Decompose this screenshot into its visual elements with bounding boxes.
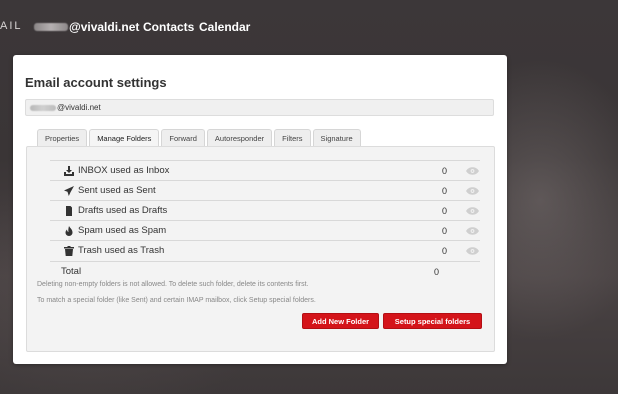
folder-count: 0 bbox=[442, 245, 448, 256]
folder-row[interactable]: Spam used as Spam 0 bbox=[50, 220, 480, 240]
total-row: Total 0 bbox=[50, 261, 480, 281]
folder-label: Drafts used as Drafts bbox=[78, 205, 168, 216]
add-new-folder-button[interactable]: Add New Folder bbox=[302, 313, 379, 329]
total-label: Total bbox=[61, 266, 82, 277]
eye-icon[interactable] bbox=[464, 166, 480, 176]
folder-label: Spam used as Spam bbox=[78, 225, 167, 236]
tab-autoresponder[interactable]: Autoresponder bbox=[206, 129, 273, 146]
send-icon bbox=[63, 185, 74, 196]
page-title: Email account settings bbox=[25, 75, 167, 90]
settings-tabs: Properties Manage Folders Forward Autore… bbox=[37, 129, 363, 146]
account-selector[interactable]: @vivaldi.net bbox=[25, 99, 494, 116]
special-folders-help-text: To match a special folder (like Sent) an… bbox=[37, 297, 316, 304]
eye-icon[interactable] bbox=[464, 206, 480, 216]
email-settings-panel: Email account settings @vivaldi.net Prop… bbox=[13, 55, 507, 364]
tab-forward[interactable]: Forward bbox=[161, 129, 205, 146]
redacted-username bbox=[30, 104, 56, 111]
folder-row[interactable]: Trash used as Trash 0 bbox=[50, 240, 480, 260]
folder-count: 0 bbox=[442, 225, 448, 236]
folder-label: Trash used as Trash bbox=[78, 245, 165, 256]
total-count: 0 bbox=[434, 266, 440, 277]
folder-count: 0 bbox=[442, 205, 448, 216]
setup-special-folders-button[interactable]: Setup special folders bbox=[383, 313, 482, 329]
folder-count: 0 bbox=[442, 165, 448, 176]
delete-help-text: Deleting non-empty folders is not allowe… bbox=[37, 281, 309, 288]
eye-icon[interactable] bbox=[464, 246, 480, 256]
folder-row[interactable]: INBOX used as Inbox 0 bbox=[50, 160, 480, 180]
document-icon bbox=[63, 205, 74, 216]
inbox-icon bbox=[63, 165, 74, 176]
redacted-username bbox=[34, 23, 68, 31]
tab-manage-folders[interactable]: Manage Folders bbox=[89, 129, 160, 146]
account-menu[interactable]: @vivaldi.net bbox=[34, 20, 139, 34]
top-navigation: AIL @vivaldi.net Contacts Calendar bbox=[0, 0, 618, 56]
account-address: @vivaldi.net bbox=[57, 103, 101, 112]
nav-contacts[interactable]: Contacts bbox=[143, 20, 194, 34]
eye-icon[interactable] bbox=[464, 186, 480, 196]
eye-icon[interactable] bbox=[464, 226, 480, 236]
folder-label: Sent used as Sent bbox=[78, 185, 156, 196]
app-title-fragment: AIL bbox=[0, 20, 23, 32]
trash-icon bbox=[63, 245, 74, 256]
tab-properties[interactable]: Properties bbox=[37, 129, 88, 146]
folder-count: 0 bbox=[442, 185, 448, 196]
folder-label: INBOX used as Inbox bbox=[78, 165, 170, 176]
fire-icon bbox=[63, 225, 74, 236]
folder-row[interactable]: Drafts used as Drafts 0 bbox=[50, 200, 480, 220]
folder-row[interactable]: Sent used as Sent 0 bbox=[50, 180, 480, 200]
account-address: @vivaldi.net bbox=[69, 20, 140, 34]
tab-signature[interactable]: Signature bbox=[312, 129, 361, 146]
nav-calendar[interactable]: Calendar bbox=[199, 20, 250, 34]
tab-filters[interactable]: Filters bbox=[274, 129, 311, 146]
